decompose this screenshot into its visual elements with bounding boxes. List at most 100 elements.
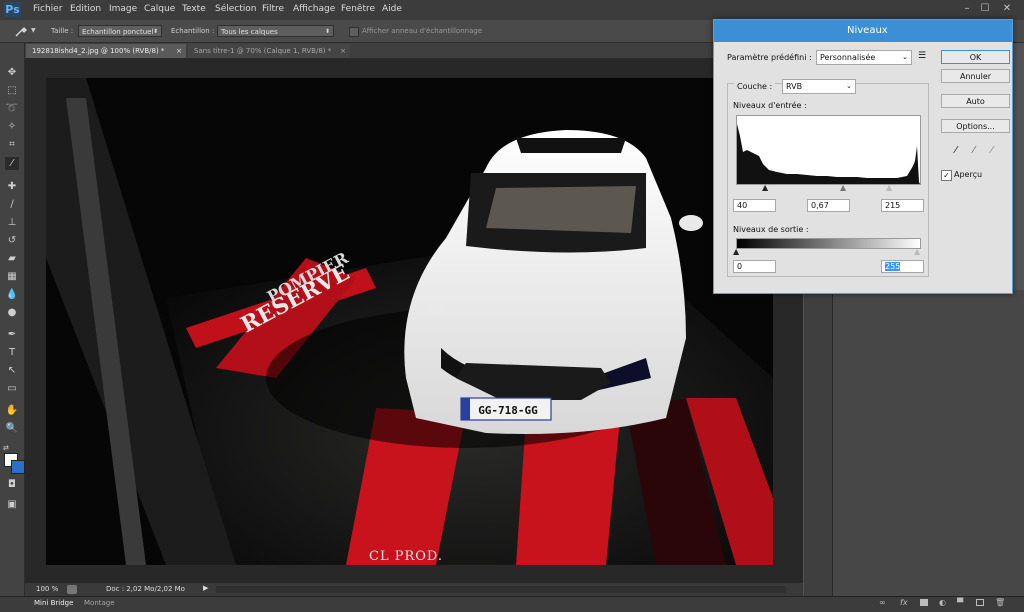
link-layers-icon[interactable]: ∞ [879,598,886,607]
input-white-field[interactable]: 215 [881,199,924,212]
car-photo: GG-718-GG RESERVE POMPIER CL PROD. [46,78,773,565]
ok-button[interactable]: OK [941,50,1010,64]
input-white-slider-icon[interactable]: ▲ [886,183,892,192]
histogram-graph [737,124,920,184]
output-white-slider-icon[interactable]: ▲ [914,247,920,256]
menu-aide[interactable]: Aide [382,4,402,14]
input-levels-label: Niveaux d'entrée : [733,101,807,110]
zoom-tool-icon[interactable]: 🔍 [5,422,19,435]
dialog-title-bar[interactable]: Niveaux [714,20,1012,42]
background-color-swatch[interactable] [11,460,25,474]
trash-icon[interactable]: 🗑 [995,598,1005,607]
horizontal-scrollbar[interactable] [216,586,786,593]
path-select-tool-icon[interactable]: ↖ [5,364,19,377]
license-plate-text: GG-718-GG [478,404,538,417]
tab-montage[interactable]: Montage [84,599,115,607]
gradient-tool-icon[interactable]: ▦ [5,270,19,283]
preset-options-icon[interactable]: ☰ [918,51,926,61]
input-gamma-field[interactable]: 0,67 [807,199,850,212]
eraser-tool-icon[interactable]: ▰ [5,252,19,265]
histogram [736,115,921,185]
eyedropper-icon[interactable] [14,25,28,37]
tool-preset-chevron-icon[interactable]: ▼ [31,27,36,34]
adjustment-layer-icon[interactable]: ◐ [939,598,946,607]
channel-select[interactable]: RVB ⌄ [782,79,856,94]
pen-tool-icon[interactable]: ✒ [5,328,19,341]
screen-mode-icon[interactable]: ▣ [5,498,19,511]
export-icon[interactable] [67,585,77,594]
options-button[interactable]: Options... [941,119,1010,133]
dialog-title: Niveaux [847,25,888,36]
tab-close-icon[interactable]: × [340,44,346,58]
sample-select[interactable]: Tous les calques ⬍ [217,25,334,37]
eyedropper-tool-icon[interactable]: ⁄ [5,157,19,170]
menu-edition[interactable]: Edition [70,4,101,14]
close-icon[interactable]: ✕ [1000,2,1014,15]
output-levels-label: Niveaux de sortie : [733,225,809,234]
chevron-down-icon: ⌄ [902,53,908,61]
menu-filtre[interactable]: Filtre [262,4,284,14]
move-tool-icon[interactable]: ✥ [5,66,19,79]
group-folder-icon[interactable]: ▀ [957,598,963,607]
input-gamma-slider-icon[interactable]: ▲ [840,183,846,192]
size-label: Taille : [51,27,74,35]
sampling-ring-checkbox[interactable] [349,27,359,37]
menu-fichier[interactable]: Fichier [33,4,62,14]
brush-tool-icon[interactable]: ∕ [5,198,19,211]
type-tool-icon[interactable]: T [5,346,19,359]
layer-style-icon[interactable]: fx [900,598,908,607]
quick-select-tool-icon[interactable]: ✧ [5,120,19,133]
tab-document-2[interactable]: Sans titre-1 @ 70% (Calque 1, RVB/8) * × [188,44,350,58]
sample-select-value: Tous les calques [221,28,278,36]
zoom-level[interactable]: 100 % [36,585,58,593]
black-point-eyedropper-icon[interactable]: ⁄ [955,145,957,156]
crop-tool-icon[interactable]: ⌗ [5,138,19,151]
auto-button[interactable]: Auto [941,94,1010,108]
hand-tool-icon[interactable]: ✋ [5,404,19,417]
swap-colors-icon[interactable]: ⇄ [3,444,9,452]
tab-mini-bridge[interactable]: Mini Bridge [34,599,73,607]
maximize-icon[interactable]: ☐ [978,2,992,15]
menu-texte[interactable]: Texte [182,4,206,14]
output-white-value: 255 [885,262,901,271]
sampling-ring-label: Afficher anneau d'échantillonnage [362,27,483,35]
channel-value: RVB [786,82,803,91]
gray-point-eyedropper-icon[interactable]: ⁄ [973,145,975,156]
output-white-field[interactable]: 255 [881,260,924,273]
rectangle-tool-icon[interactable]: ▭ [5,382,19,395]
photo-credit: CL PROD. [369,549,443,564]
blur-tool-icon[interactable]: 💧 [5,288,19,301]
menu-affichage[interactable]: Affichage [293,4,335,14]
layer-mask-icon[interactable] [920,599,928,606]
tab-document-1[interactable]: 192818ishd4_2.jpg @ 100% (RVB/8) * × [26,44,186,58]
output-black-slider-icon[interactable]: ▲ [733,247,739,256]
size-select[interactable]: Echantillon ponctuel ⬍ [78,25,162,37]
input-black-field[interactable]: 40 [733,199,776,212]
white-point-eyedropper-icon[interactable]: ⁄ [991,145,993,156]
preset-label: Paramètre prédéfini : [727,53,812,62]
marquee-tool-icon[interactable]: ⬚ [5,84,19,97]
preview-checkbox[interactable]: ✓ [941,170,952,181]
size-select-value: Echantillon ponctuel [82,28,154,36]
menu-selection[interactable]: Sélection [215,4,256,14]
lasso-tool-icon[interactable]: ➰ [5,102,19,115]
dodge-tool-icon[interactable]: ● [5,306,19,319]
input-black-slider-icon[interactable]: ▲ [762,183,768,192]
menu-calque[interactable]: Calque [144,4,175,14]
new-layer-icon[interactable] [976,599,984,606]
tab-close-icon[interactable]: × [176,44,182,58]
minimize-icon[interactable]: – [960,2,974,15]
quick-mask-icon[interactable]: ◘ [5,478,19,491]
cancel-button[interactable]: Annuler [941,69,1010,83]
clone-stamp-tool-icon[interactable]: ⊥ [5,216,19,229]
menu-image[interactable]: Image [109,4,137,14]
healing-brush-tool-icon[interactable]: ✚ [5,180,19,193]
output-black-field[interactable]: 0 [733,260,776,273]
history-brush-tool-icon[interactable]: ↺ [5,234,19,247]
document-image[interactable]: GG-718-GG RESERVE POMPIER CL PROD. [46,78,773,565]
preset-select[interactable]: Personnalisée ⌄ [816,50,912,65]
menu-fenetre[interactable]: Fenêtre [341,4,375,14]
bottom-panel-bar [0,596,1024,612]
status-menu-arrow-icon[interactable]: ▶ [203,584,208,592]
preset-value: Personnalisée [820,53,876,62]
